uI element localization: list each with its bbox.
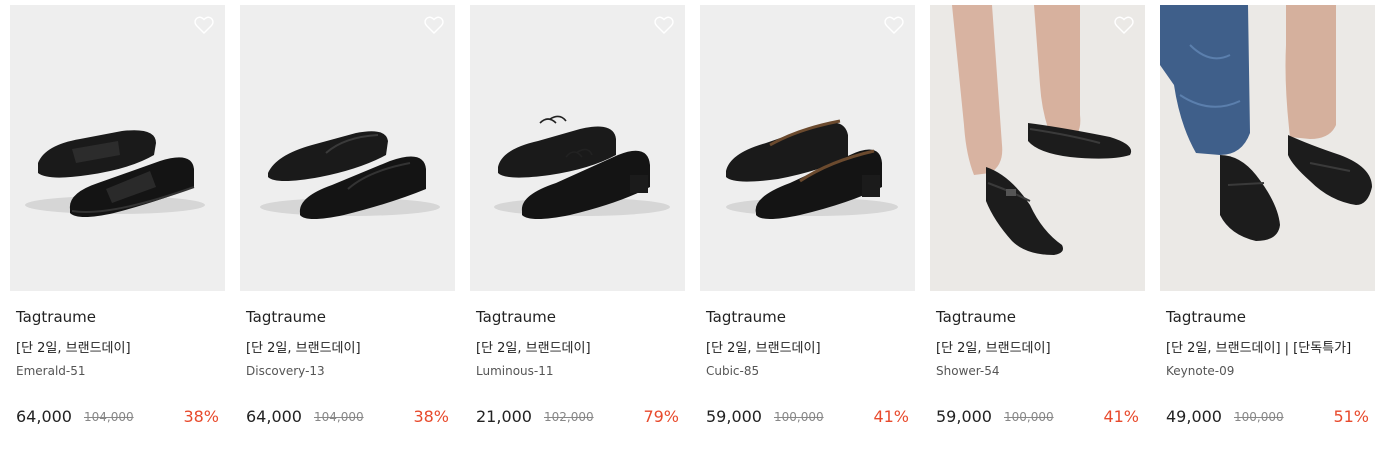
- sale-price: 64,000: [16, 407, 72, 426]
- brand-name[interactable]: Tagtraume: [16, 308, 96, 326]
- product-name[interactable]: Luminous-11: [476, 364, 554, 378]
- product-card[interactable]: Tagtraume [단 2일, 브랜드데이] Discovery-13 64,…: [240, 5, 455, 445]
- promo-label: [단 2일, 브랜드데이] | [단독특가]: [1166, 341, 1352, 356]
- sale-price: 21,000: [476, 407, 532, 426]
- sale-price: 59,000: [936, 407, 992, 426]
- heart-outline-icon[interactable]: [194, 16, 214, 34]
- product-name[interactable]: Discovery-13: [246, 364, 325, 378]
- promo-label: [단 2일, 브랜드데이]: [706, 341, 821, 356]
- brand-name[interactable]: Tagtraume: [1166, 308, 1246, 326]
- brand-name[interactable]: Tagtraume: [246, 308, 326, 326]
- product-card[interactable]: Tagtraume [단 2일, 브랜드데이] | [단독특가] Keynote…: [1160, 5, 1375, 445]
- discount-rate: 38%: [413, 407, 449, 426]
- original-price: 104,000: [314, 410, 364, 424]
- brand-name[interactable]: Tagtraume: [936, 308, 1016, 326]
- heart-outline-icon[interactable]: [424, 16, 444, 34]
- discount-rate: 79%: [643, 407, 679, 426]
- product-image[interactable]: [240, 5, 455, 291]
- product-image[interactable]: [470, 5, 685, 291]
- product-name[interactable]: Emerald-51: [16, 364, 86, 378]
- discount-rate: 41%: [1103, 407, 1139, 426]
- brand-name[interactable]: Tagtraume: [706, 308, 786, 326]
- heart-outline-icon[interactable]: [1114, 16, 1134, 34]
- product-card[interactable]: Tagtraume [단 2일, 브랜드데이] Shower-54 59,000…: [930, 5, 1145, 445]
- product-image[interactable]: [10, 5, 225, 291]
- promo-label: [단 2일, 브랜드데이]: [936, 341, 1051, 356]
- heart-outline-icon[interactable]: [884, 16, 904, 34]
- sale-price: 64,000: [246, 407, 302, 426]
- sale-price: 49,000: [1166, 407, 1222, 426]
- brand-name[interactable]: Tagtraume: [476, 308, 556, 326]
- original-price: 100,000: [1004, 410, 1054, 424]
- product-image[interactable]: [930, 5, 1145, 291]
- discount-rate: 41%: [873, 407, 909, 426]
- product-card[interactable]: Tagtraume [단 2일, 브랜드데이] Luminous-11 21,0…: [470, 5, 685, 445]
- product-name[interactable]: Shower-54: [936, 364, 1000, 378]
- product-name[interactable]: Cubic-85: [706, 364, 759, 378]
- promo-label: [단 2일, 브랜드데이]: [16, 341, 131, 356]
- discount-rate: 51%: [1333, 407, 1369, 426]
- product-name[interactable]: Keynote-09: [1166, 364, 1234, 378]
- discount-rate: 38%: [183, 407, 219, 426]
- heart-outline-icon[interactable]: [654, 16, 674, 34]
- product-image[interactable]: [1160, 5, 1375, 291]
- promo-label: [단 2일, 브랜드데이]: [476, 341, 591, 356]
- product-image[interactable]: [700, 5, 915, 291]
- product-grid: Tagtraume [단 2일, 브랜드데이] Emerald-51 64,00…: [0, 0, 1385, 457]
- promo-label: [단 2일, 브랜드데이]: [246, 341, 361, 356]
- original-price: 102,000: [544, 410, 594, 424]
- product-card[interactable]: Tagtraume [단 2일, 브랜드데이] Cubic-85 59,000 …: [700, 5, 915, 445]
- sale-price: 59,000: [706, 407, 762, 426]
- original-price: 100,000: [1234, 410, 1284, 424]
- original-price: 100,000: [774, 410, 824, 424]
- product-card[interactable]: Tagtraume [단 2일, 브랜드데이] Emerald-51 64,00…: [10, 5, 225, 445]
- original-price: 104,000: [84, 410, 134, 424]
